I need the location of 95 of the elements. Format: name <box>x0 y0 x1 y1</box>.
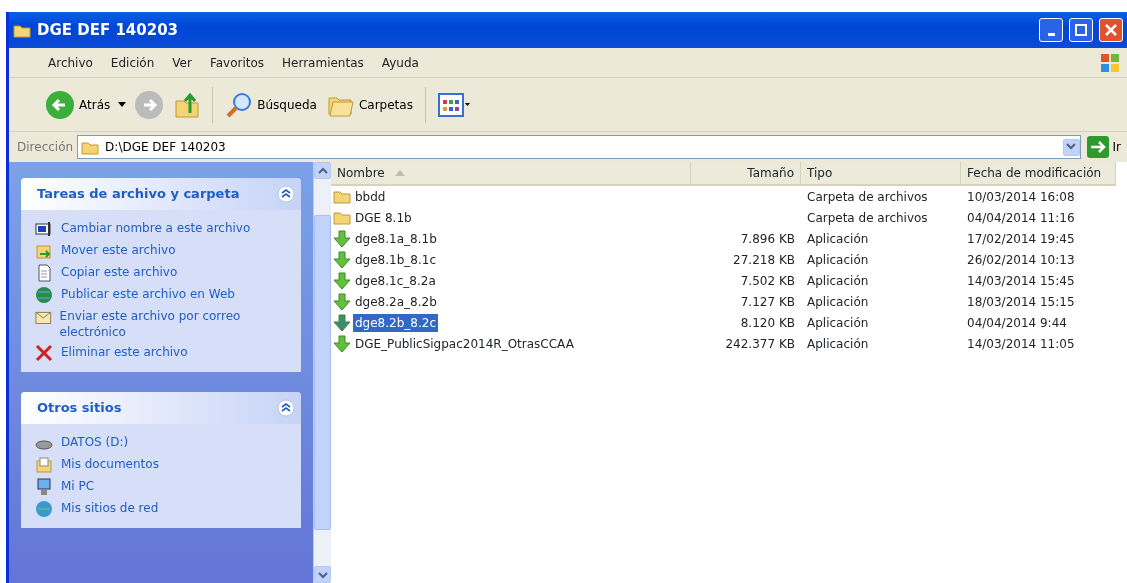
menu-item[interactable]: Favoritos <box>200 53 274 72</box>
file-name[interactable]: DGE 8.1b <box>353 208 414 227</box>
down-arrow-icon <box>333 313 351 332</box>
file-name[interactable]: bbdd <box>353 187 388 206</box>
chevron-down-icon <box>317 570 328 579</box>
document-icon <box>35 264 53 282</box>
views-button[interactable] <box>435 90 472 119</box>
file-date: 14/03/2014 15:45 <box>967 272 1075 290</box>
file-type: Aplicación <box>807 314 869 332</box>
task-link[interactable]: Cambiar nombre a este archivo <box>61 220 251 236</box>
task-link[interactable]: DATOS (D:) <box>61 434 129 450</box>
file-name[interactable]: dge8.1a_8.1b <box>353 229 439 248</box>
panel-title: Otros sitios <box>37 399 122 418</box>
address-label: Dirección <box>17 139 74 156</box>
file-type: Aplicación <box>807 293 869 311</box>
maximize-button[interactable] <box>1069 18 1093 42</box>
folders-button[interactable]: Carpetas <box>324 89 415 120</box>
documents-folder-icon <box>35 456 53 474</box>
file-date: 17/02/2014 19:45 <box>967 230 1075 248</box>
down-arrow-icon <box>333 250 351 269</box>
file-size: 242.377 KB <box>725 335 795 353</box>
sort-arrow-icon <box>394 170 405 176</box>
down-arrow-icon <box>333 292 351 311</box>
minimize-button[interactable] <box>1039 18 1063 42</box>
task-link[interactable]: Mis sitios de red <box>61 500 159 516</box>
file-name[interactable]: dge8.1c_8.2a <box>353 271 438 290</box>
file-size: 7.896 KB <box>740 230 795 248</box>
chevron-up-icon <box>317 166 328 175</box>
window-title: DGE DEF 140203 <box>37 19 180 41</box>
minimize-icon <box>1047 33 1055 36</box>
file-size: 7.502 KB <box>740 272 795 290</box>
file-date: 26/02/2014 10:13 <box>967 251 1075 269</box>
file-date: 10/03/2014 16:08 <box>967 188 1075 206</box>
task-link[interactable]: Mis documentos <box>61 456 159 472</box>
menu-item[interactable]: Archivo <box>39 53 102 72</box>
double-chevron-up-icon <box>277 399 295 417</box>
file-name[interactable]: dge8.2b_8.2c <box>353 313 438 332</box>
menu-item[interactable]: Ayuda <box>372 53 428 72</box>
collapse-button[interactable] <box>277 399 295 417</box>
file-date: 04/04/2014 11:16 <box>967 209 1075 227</box>
double-chevron-up-icon <box>277 185 295 203</box>
task-link[interactable]: Copiar este archivo <box>61 264 178 280</box>
file-date: 18/03/2014 15:15 <box>967 293 1075 311</box>
panel-title: Tareas de archivo y carpeta <box>37 185 240 204</box>
address-bar[interactable]: D:\DGE DEF 140203 <box>77 135 1081 159</box>
chevron-down-icon <box>1066 143 1076 151</box>
file-date: 14/03/2014 11:05 <box>967 335 1075 353</box>
window-rename-icon <box>35 220 53 238</box>
dropdown-button[interactable] <box>1062 138 1080 156</box>
column-header[interactable]: Tamaño <box>691 162 801 186</box>
views-grid-icon <box>437 92 470 117</box>
menu-item[interactable]: Ver <box>163 53 201 72</box>
file-name[interactable]: DGE_PublicSigpac2014R_OtrasCCAA <box>353 334 576 353</box>
column-header[interactable]: Nombre <box>331 162 691 186</box>
task-link[interactable]: Publicar este archivo en Web <box>61 286 235 302</box>
down-arrow-icon <box>333 229 351 248</box>
task-link[interactable]: Eliminar este archivo <box>61 344 188 360</box>
go-button[interactable]: Ir <box>1084 134 1123 160</box>
file-type: Aplicación <box>807 251 869 269</box>
folder-icon <box>81 139 100 155</box>
folder-up-arrow-icon <box>174 90 201 119</box>
file-type: Aplicación <box>807 230 869 248</box>
menu-item[interactable]: Edición <box>101 53 164 72</box>
task-link[interactable]: Enviar este archivo por correo electrónico <box>59 308 291 340</box>
file-size: 27.218 KB <box>733 251 795 269</box>
column-header[interactable]: Tipo <box>801 162 961 186</box>
close-button[interactable] <box>1099 18 1123 42</box>
collapse-button[interactable] <box>277 185 295 203</box>
delete-x-icon <box>35 344 53 362</box>
file-type: Aplicación <box>807 335 869 353</box>
menu-item[interactable]: Herramientas <box>273 53 373 72</box>
down-arrow-icon <box>333 334 351 353</box>
search-icon <box>225 90 254 119</box>
file-type: Carpeta de archivos <box>807 188 928 206</box>
file-size: 8.120 KB <box>740 314 795 332</box>
file-type: Carpeta de archivos <box>807 209 928 227</box>
task-link[interactable]: Mi PC <box>61 478 95 494</box>
task-link[interactable]: Mover este archivo <box>61 242 176 258</box>
file-size: 7.127 KB <box>740 293 795 311</box>
globe-icon <box>35 286 53 304</box>
column-header[interactable]: Fecha de modificación <box>961 162 1116 186</box>
down-arrow-icon <box>333 271 351 290</box>
scrollbar[interactable] <box>313 162 331 583</box>
file-name[interactable]: dge8.1b_8.1c <box>353 250 438 269</box>
computer-icon <box>35 478 53 496</box>
caret-icon <box>118 101 127 108</box>
back-button[interactable]: Atrás <box>43 87 113 122</box>
maximize-icon <box>1075 24 1087 36</box>
close-icon <box>1105 24 1117 36</box>
folder-icon <box>13 22 31 38</box>
search-button[interactable]: Búsqueda <box>223 88 319 121</box>
file-type: Aplicación <box>807 272 869 290</box>
windows-logo-icon <box>1099 51 1121 74</box>
file-date: 04/04/2014 9:44 <box>967 314 1067 332</box>
file-name[interactable]: dge8.2a_8.2b <box>353 292 439 311</box>
